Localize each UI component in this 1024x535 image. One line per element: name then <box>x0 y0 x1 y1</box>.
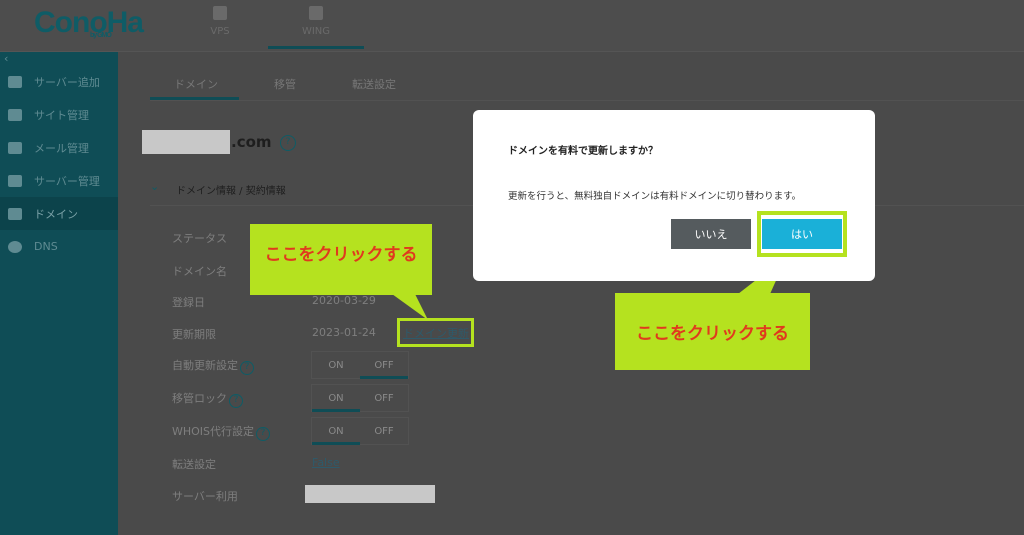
dialog-title: ドメインを有料で更新しますか？ <box>508 146 658 157</box>
callout1-tail <box>392 294 428 320</box>
dialog-message: 更新を行うと、無料独自ドメインは有料ドメインに切り替わります。 <box>508 191 802 202</box>
callout-2: ここをクリックする <box>615 293 810 370</box>
no-button[interactable]: いいえ <box>671 219 751 249</box>
yes-button[interactable]: はい <box>762 219 842 249</box>
callout-1: ここをクリックする <box>250 224 432 295</box>
confirm-dialog: ドメインを有料で更新しますか？ 更新を行うと、無料独自ドメインは有料ドメインに切… <box>473 110 875 281</box>
